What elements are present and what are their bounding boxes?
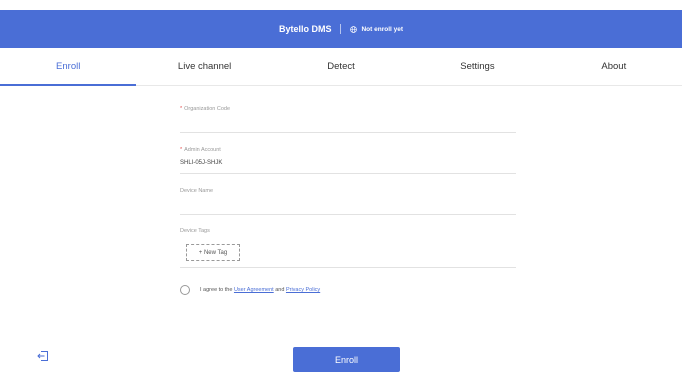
tab-about[interactable]: About <box>546 48 682 85</box>
agreement-and: and <box>275 287 285 293</box>
admin-account-value: SHLI-05J-SHJK <box>180 160 223 166</box>
header-bar: Bytello DMS Not enroll yet <box>0 10 682 48</box>
tab-live-channel[interactable]: Live channel <box>136 48 272 85</box>
globe-icon <box>350 25 358 33</box>
tab-settings[interactable]: Settings <box>409 48 545 85</box>
status-text: Not enroll yet <box>361 25 404 33</box>
organization-code-label-text: Organization Code <box>184 106 231 112</box>
admin-account-field[interactable]: * Admin Account SHLI-05J-SHJK <box>180 147 516 174</box>
agreement-row: I agree to the User Agreement and Privac… <box>180 285 320 295</box>
required-mark: * <box>180 147 183 153</box>
organization-code-label: * Organization Code <box>180 106 230 112</box>
device-tags-field: Device Tags + New Tag <box>180 228 516 268</box>
header-divider <box>340 24 342 34</box>
tab-enroll[interactable]: Enroll <box>0 48 137 86</box>
app-title: Bytello DMS <box>278 24 332 34</box>
tab-bar: Enroll Live channel Detect Settings Abou… <box>0 48 682 86</box>
device-name-field[interactable]: Device Name <box>180 188 516 215</box>
agree-radio[interactable] <box>180 285 190 295</box>
logout-button[interactable] <box>36 349 50 363</box>
agreement-prefix: I agree to the <box>200 287 233 293</box>
logout-icon <box>37 351 48 361</box>
admin-account-label-text: Admin Account <box>184 147 221 153</box>
enroll-button[interactable]: Enroll <box>293 347 400 372</box>
device-name-label: Device Name <box>180 188 214 194</box>
organization-code-field[interactable]: * Organization Code <box>180 106 516 133</box>
tab-detect[interactable]: Detect <box>273 48 409 85</box>
privacy-policy-link[interactable]: Privacy Policy <box>286 287 320 293</box>
new-tag-button[interactable]: + New Tag <box>186 244 240 261</box>
user-agreement-link[interactable]: User Agreement <box>234 287 274 293</box>
enroll-status: Not enroll yet <box>350 26 403 33</box>
required-mark: * <box>180 106 183 112</box>
device-tags-label: Device Tags <box>180 228 210 234</box>
admin-account-label: * Admin Account <box>180 147 221 153</box>
